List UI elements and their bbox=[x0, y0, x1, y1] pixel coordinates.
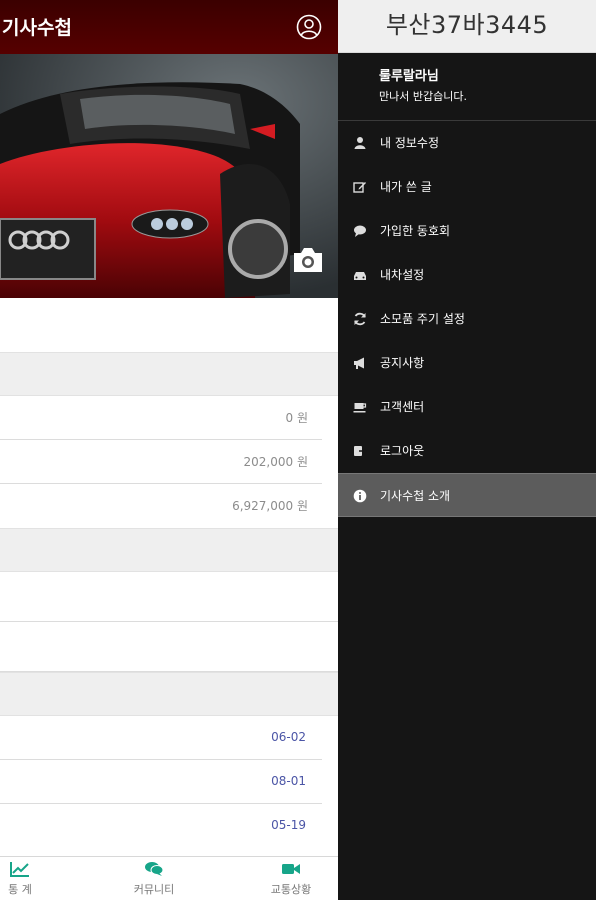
menu-label: 로그아웃 bbox=[380, 444, 425, 458]
info-icon bbox=[353, 489, 367, 503]
user-name: 룰루랄라님 bbox=[379, 69, 439, 84]
car-image bbox=[0, 54, 338, 298]
tab-label: 통 계 bbox=[8, 883, 32, 896]
value-row[interactable]: 0 원 bbox=[0, 396, 322, 440]
menu-item-support[interactable]: 고객센터 bbox=[338, 385, 596, 429]
menu-label: 내 정보수정 bbox=[380, 136, 440, 150]
profile-icon[interactable] bbox=[296, 14, 322, 40]
tab-community[interactable]: 커뮤니티 bbox=[124, 861, 184, 897]
bottom-tab-bar: 통 계 커뮤니티 교통상황 bbox=[0, 856, 338, 900]
menu-item-my-posts[interactable]: 내가 쓴 글 bbox=[338, 165, 596, 209]
menu-item-profile[interactable]: 내 정보수정 bbox=[338, 121, 596, 165]
user-greeting: 만나서 반갑습니다. bbox=[379, 90, 467, 103]
tab-label: 커뮤니티 bbox=[133, 883, 175, 896]
amount-value: 6,927,000 원 bbox=[232, 499, 308, 513]
chat-icon bbox=[145, 862, 164, 876]
user-info: 룰루랄라님 만나서 반갑습니다. bbox=[338, 53, 596, 121]
menu-label: 고객센터 bbox=[380, 400, 425, 414]
menu-label: 공지사항 bbox=[380, 356, 425, 370]
value-row[interactable]: 202,000 원 bbox=[0, 440, 322, 484]
menu-label: 기사수첩 소개 bbox=[380, 489, 451, 503]
date-row[interactable]: 06-02 bbox=[0, 716, 322, 760]
list-row[interactable] bbox=[0, 622, 338, 672]
content-list: 0 원 202,000 원 6,927,000 원 06-02 08-01 05… bbox=[0, 298, 338, 848]
logout-icon bbox=[354, 446, 367, 456]
menu-label: 소모품 주기 설정 bbox=[380, 312, 465, 326]
chart-icon bbox=[10, 862, 29, 877]
blank-row bbox=[0, 298, 338, 352]
camera-icon[interactable] bbox=[291, 245, 325, 275]
menu-label: 내가 쓴 글 bbox=[380, 180, 432, 194]
menu-item-clubs[interactable]: 가입한 동호회 bbox=[338, 209, 596, 253]
amount-value: 0 원 bbox=[285, 411, 309, 425]
menu-item-car-settings[interactable]: 내차설정 bbox=[338, 253, 596, 297]
refresh-icon bbox=[354, 312, 366, 326]
tab-traffic[interactable]: 교통상황 bbox=[258, 861, 324, 897]
menu-item-logout[interactable]: 로그아웃 bbox=[338, 429, 596, 473]
megaphone-icon bbox=[354, 357, 364, 369]
coffee-icon bbox=[353, 403, 367, 413]
tab-label: 교통상황 bbox=[270, 883, 312, 896]
date-value: 05-19 bbox=[271, 818, 306, 832]
tab-stats[interactable]: 통 계 bbox=[0, 861, 40, 897]
main-app: 기사수첩 0 원 202,000 원 6,927,000 원 06-02 08-… bbox=[0, 0, 338, 900]
list-row[interactable] bbox=[0, 572, 338, 622]
date-value: 08-01 bbox=[271, 774, 306, 788]
app-title: 기사수첩 bbox=[2, 17, 72, 39]
car-icon bbox=[354, 272, 366, 280]
menu-label: 내차설정 bbox=[380, 268, 425, 282]
amount-value: 202,000 원 bbox=[243, 455, 308, 469]
value-row[interactable]: 6,927,000 원 bbox=[0, 484, 322, 528]
video-camera-icon bbox=[282, 864, 300, 874]
comment-icon bbox=[354, 225, 366, 237]
menu-item-notices[interactable]: 공지사항 bbox=[338, 341, 596, 385]
date-value: 06-02 bbox=[271, 730, 306, 744]
menu-item-about[interactable]: 기사수첩 소개 bbox=[338, 473, 596, 517]
user-icon bbox=[354, 137, 366, 149]
menu-label: 가입한 동호회 bbox=[380, 224, 451, 238]
date-row[interactable]: 05-19 bbox=[0, 804, 322, 848]
side-drawer: 부산37바3445 룰루랄라님 만나서 반갑습니다. 내 정보수정 내가 쓴 글… bbox=[338, 0, 596, 900]
section-header bbox=[0, 528, 338, 572]
hero-banner: 기사수첩 bbox=[0, 0, 338, 298]
menu-item-consumables[interactable]: 소모품 주기 설정 bbox=[338, 297, 596, 341]
section-header bbox=[0, 352, 338, 396]
date-row[interactable]: 08-01 bbox=[0, 760, 322, 804]
license-plate: 부산37바3445 bbox=[338, 0, 596, 53]
section-header bbox=[0, 672, 338, 716]
edit-icon bbox=[353, 182, 366, 193]
